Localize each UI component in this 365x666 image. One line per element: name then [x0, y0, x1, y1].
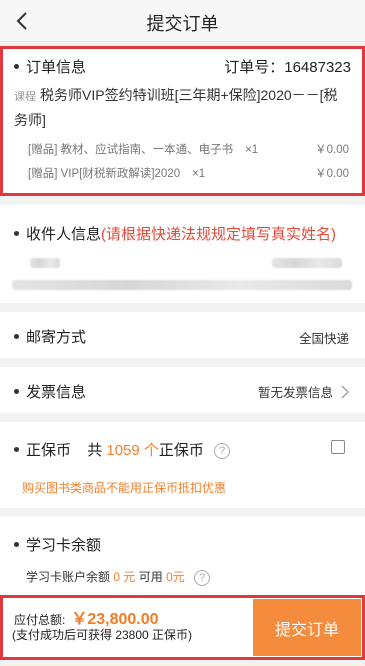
recipient-phone-redacted [272, 258, 342, 268]
order-info-section: 订单信息 订单号：16487323 课程 税务师VIP签约特训班[三年期+保险]2… [0, 46, 365, 196]
help-icon[interactable]: ? [214, 443, 231, 460]
recipient-address-redacted [12, 280, 352, 290]
recipient-name-redacted [30, 258, 60, 268]
chevron-right-icon [341, 385, 349, 398]
coin-count: 1059 个 [106, 442, 159, 459]
bullet-icon [14, 230, 19, 236]
invoice-value: 暂无发票信息 [258, 382, 349, 401]
mail-method-row[interactable]: 邮寄方式 全国快递 [0, 312, 365, 358]
order-number: 订单号：16487323 [224, 59, 351, 76]
total-label: 应付总额: [14, 613, 66, 627]
course-item: 课程 税务师VIP签约特训班[三年期+保险]2020－－[税务师] [14, 84, 349, 132]
card-available-value: 0元 [166, 570, 185, 584]
navigation-bar: 提交订单 [0, 0, 365, 42]
bullet-icon [14, 541, 19, 547]
recipient-section[interactable]: 收件人信息(请根据快递法规规定填写真实姓名) [0, 205, 365, 303]
invoice-row[interactable]: 发票信息 暂无发票信息 [0, 367, 365, 413]
gift-item: [赠品] 教材、应试指南、一本通、电子书 ×1 ￥0.00 [28, 141, 349, 157]
order-info-title: 订单信息 [14, 56, 86, 77]
course-name: 税务师VIP签约特训班[三年期+保险]2020－－[税务师] [14, 87, 338, 128]
gift-item: [赠品] VIP[财税新政解读]2020 ×1 ￥0.00 [28, 165, 349, 181]
checkout-bar: 应付总额: ￥23,800.00 (支付成功后可获得 23800 正保币) 提交订… [0, 595, 365, 660]
submit-order-button[interactable]: 提交订单 [253, 599, 361, 656]
card-balance-label: 学习卡余额 [14, 534, 101, 555]
coin-label: 正保币 共 1059 个正保币 ? [14, 439, 231, 460]
invoice-label: 发票信息 [14, 381, 86, 402]
mail-method-value: 全国快递 [298, 332, 349, 346]
help-icon[interactable]: ? [194, 569, 211, 586]
bullet-icon [14, 446, 19, 452]
mail-method-label: 邮寄方式 [14, 326, 86, 347]
card-balance-value: 0 元 [113, 570, 136, 584]
recipient-warning: (请根据快递法规规定填写真实姓名) [101, 226, 337, 243]
gift-price: ￥0.00 [315, 144, 349, 156]
coin-reward-note: (支付成功后可获得 23800 正保币) [12, 628, 193, 642]
bullet-icon [14, 388, 19, 394]
course-tag: 课程 [14, 91, 36, 103]
page-title: 提交订单 [146, 14, 219, 34]
gift-price: ￥0.00 [315, 168, 349, 180]
coin-section: 正保币 共 1059 个正保币 ? 购买图书类商品不能用正保币抵扣优惠 [0, 422, 365, 508]
coin-note: 购买图书类商品不能用正保币抵扣优惠 [22, 481, 227, 495]
card-balance-line: 学习卡账户余额 0 元 可用 0元 ? [26, 568, 211, 586]
recipient-title: 收件人信息(请根据快递法规规定填写真实姓名) [14, 223, 336, 244]
bullet-icon [14, 63, 19, 69]
use-coin-checkbox[interactable] [331, 440, 345, 454]
card-balance-section: 学习卡余额 学习卡账户余额 0 元 可用 0元 ? [0, 517, 365, 595]
bullet-icon [14, 333, 19, 339]
